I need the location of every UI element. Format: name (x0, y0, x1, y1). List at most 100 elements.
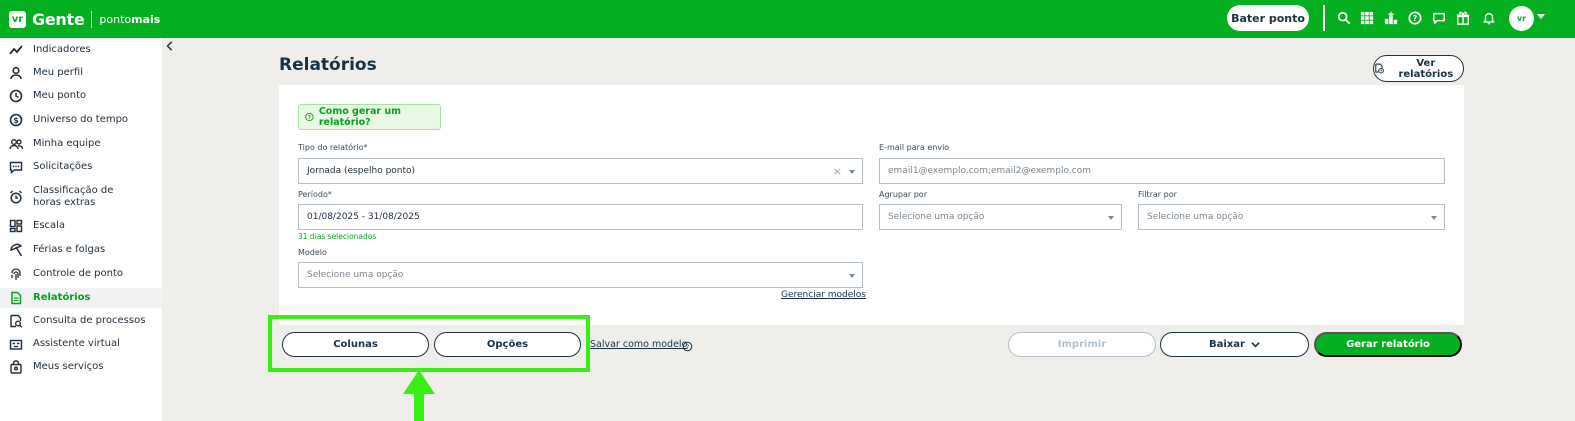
sidebar-item-label: Assistente virtual (33, 338, 120, 349)
arrow-up-icon (403, 370, 435, 394)
sidebar-item-assistente-virtual[interactable]: Assistente virtual (0, 336, 162, 352)
sidebar-item-universo-do-tempo[interactable]: $ Universo do tempo (0, 112, 162, 128)
tipo-relatorio-label: Tipo do relatório* (298, 143, 368, 152)
sidebar-item-consulta-de-processos[interactable]: Consulta de processos (0, 313, 162, 329)
ver-relatorios-button[interactable]: Ver relatórios (1373, 55, 1464, 82)
tipo-relatorio-value: Jornada (espelho ponto) (307, 166, 416, 176)
trend-icon (9, 43, 23, 57)
logo-subtitle-prefix: ponto (99, 12, 132, 26)
chevron-down-icon (1108, 216, 1114, 220)
sidebar-item-minha-equipe[interactable]: Minha equipe (0, 136, 162, 152)
help-icon: ? (305, 112, 314, 122)
imprimir-button[interactable]: Imprimir (1008, 332, 1156, 357)
sidebar-item-relatorios[interactable]: Relatórios (0, 288, 162, 308)
logo-text: Gente (32, 9, 85, 29)
modelo-placeholder: Selecione uma opção (307, 270, 404, 280)
clock-icon (9, 89, 23, 103)
sidebar-item-label: Escala (33, 220, 66, 231)
sidebar-item-meu-ponto[interactable]: Meu ponto (0, 88, 162, 104)
arrow-shaft (414, 392, 424, 421)
chat-icon[interactable] (1431, 10, 1447, 26)
bag-icon (9, 360, 23, 374)
sidebar-item-label: Classificação de horas extras (33, 184, 114, 208)
grid-icon[interactable] (1359, 10, 1375, 26)
document-clock-icon (1375, 63, 1384, 74)
team-icon (9, 137, 23, 151)
agrupar-por-select[interactable]: Selecione uma opção (879, 204, 1122, 230)
dias-selecionados-text: 31 dias selecionados (298, 232, 377, 241)
svg-text:?: ? (686, 343, 689, 351)
sidebar-item-solicitacoes[interactable]: Solicitações (0, 159, 162, 175)
baixar-label: Baixar (1209, 339, 1245, 350)
modelo-label: Modelo (298, 248, 327, 257)
svg-text:?: ? (308, 115, 311, 121)
layout-icon (9, 219, 23, 233)
filtrar-por-placeholder: Selecione uma opção (1147, 212, 1244, 222)
sidebar-item-indicadores[interactable]: Indicadores (0, 42, 162, 58)
chevron-down-icon (849, 170, 855, 174)
sidebar-item-ferias-e-folgas[interactable]: Férias e folgas (0, 242, 162, 258)
help-text: Como gerar um relatório? (318, 106, 402, 128)
sidebar-item-meu-perfil[interactable]: Meu perfil (0, 65, 162, 81)
chevron-down-icon (1251, 342, 1260, 348)
sidebar-item-label: Consulta de processos (33, 315, 146, 326)
dollar-icon: $ (9, 113, 23, 127)
search-icon[interactable] (1336, 10, 1352, 26)
salvar-como-modelo-link[interactable]: Salvar como modelo (590, 339, 687, 350)
bater-ponto-button[interactable]: Bater ponto (1227, 5, 1309, 31)
email-envio-input[interactable]: email1@exemplo.com;email2@exemplo.com (879, 158, 1445, 184)
document-icon (9, 291, 23, 305)
collapse-sidebar-icon[interactable] (164, 39, 176, 53)
help-icon[interactable]: ? (1407, 10, 1423, 26)
page-title: Relatórios (279, 55, 377, 75)
gift-icon[interactable] (1455, 10, 1471, 26)
filtrar-por-select[interactable]: Selecione uma opção (1138, 204, 1445, 230)
help-icon[interactable]: ? (682, 339, 693, 352)
avatar-logo-icon: vr (1516, 14, 1527, 23)
periodo-input[interactable]: 01/08/2025 - 31/08/2025 (298, 204, 863, 230)
svg-text:$: $ (13, 116, 19, 125)
chevron-down-icon (849, 274, 855, 278)
tipo-relatorio-select[interactable]: Jornada (espelho ponto) × (298, 158, 863, 184)
robot-icon (9, 337, 23, 351)
modelo-select[interactable]: Selecione uma opção (298, 262, 863, 288)
logo-mark-icon: vr (9, 10, 26, 28)
sidebar-item-label: Férias e folgas (33, 244, 106, 255)
avatar[interactable]: vr (1509, 6, 1534, 31)
sidebar-item-label: Minha equipe (33, 138, 101, 149)
logo-subtitle-bold: mais (131, 12, 161, 26)
sidebar-item-classificacao-horas-extras[interactable]: Classificação de horas extras (0, 183, 162, 210)
logo-subtitle: pontomais (99, 13, 160, 26)
chevron-down-icon[interactable] (1537, 14, 1545, 19)
sidebar-item-label: Solicitações (33, 161, 93, 172)
topbar-divider (1323, 5, 1325, 31)
sidebar-item-controle-de-ponto[interactable]: Controle de ponto (0, 266, 162, 282)
clear-icon[interactable]: × (833, 165, 842, 178)
email-envio-placeholder: email1@exemplo.com;email2@exemplo.com (888, 166, 1091, 176)
trophy-icon[interactable] (1383, 10, 1399, 26)
sidebar-item-label: Meus serviços (33, 361, 104, 372)
sidebar-item-label: Indicadores (33, 44, 91, 55)
logo[interactable]: vr Gente pontomais (9, 10, 160, 29)
bell-icon[interactable] (1481, 10, 1497, 26)
chevron-down-icon (1431, 216, 1437, 220)
svg-text:?: ? (1413, 14, 1418, 23)
sidebar-item-label: Universo do tempo (33, 114, 129, 125)
gerar-relatorio-button[interactable]: Gerar relatório (1314, 332, 1462, 357)
email-envio-label: E-mail para envio (879, 143, 950, 152)
sidebar-item-escala[interactable]: Escala (0, 218, 162, 234)
sidebar-item-label: Meu ponto (33, 90, 87, 101)
alarm-icon (9, 189, 23, 204)
user-icon (9, 66, 23, 80)
logo-divider (91, 10, 93, 28)
agrupar-por-placeholder: Selecione uma opção (888, 212, 985, 222)
sidebar-item-meus-servicos[interactable]: Meus serviços (0, 359, 162, 375)
how-to-generate-help[interactable]: ? Como gerar um relatório? (298, 104, 441, 130)
message-icon (9, 160, 23, 174)
baixar-button[interactable]: Baixar (1160, 332, 1309, 357)
ver-relatorios-label: Ver relatórios (1398, 57, 1454, 80)
agrupar-por-label: Agrupar por (879, 190, 927, 199)
top-bar: vr Gente pontomais Bater ponto ? vr (0, 0, 1575, 38)
gerenciar-modelos-link[interactable]: Gerenciar modelos (781, 290, 866, 300)
sidebar-item-label: Controle de ponto (33, 268, 123, 279)
